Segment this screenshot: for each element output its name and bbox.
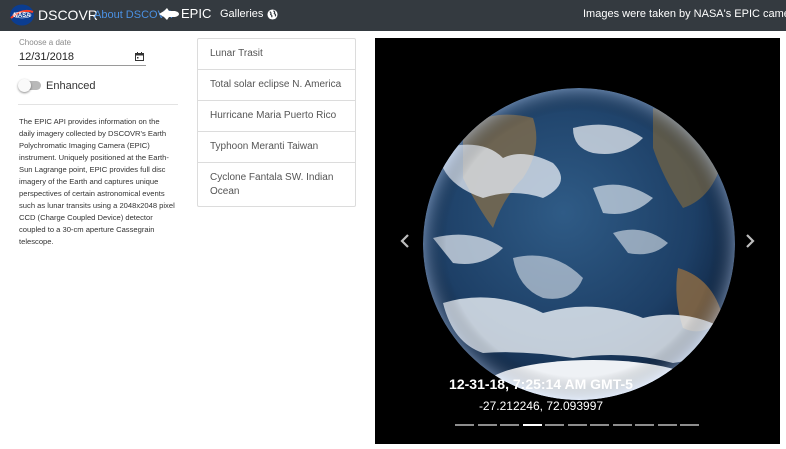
gallery-item-lunar-transit[interactable]: Lunar Trasit [198, 39, 355, 70]
carousel-indicator[interactable] [635, 424, 654, 426]
chevron-right-icon[interactable] [745, 234, 755, 248]
gallery-item-solar-eclipse[interactable]: Total solar eclipse N. America [198, 70, 355, 101]
carousel-indicator[interactable] [477, 424, 497, 426]
nav-epic-label: EPIC [181, 6, 212, 21]
carousel-indicator[interactable] [612, 424, 632, 426]
brand-title[interactable]: DSCOVR [38, 7, 98, 23]
nav-galleries-link[interactable]: Galleries [220, 8, 278, 20]
epic-description: The EPIC API provides information on the… [19, 117, 175, 246]
carousel-caption-coords: -27.212246, 72.093997 [478, 399, 604, 413]
carousel-indicator[interactable] [680, 424, 699, 426]
carousel-indicator[interactable] [590, 424, 609, 426]
nav-galleries-label: Galleries [220, 8, 264, 20]
carousel-indicators [455, 424, 703, 426]
carousel-indicator[interactable] [567, 424, 587, 426]
gallery-list: Lunar Trasit Total solar eclipse N. Amer… [197, 38, 356, 207]
toggle-knob [18, 79, 31, 92]
calendar-icon[interactable] [135, 52, 144, 61]
carousel-indicator[interactable] [455, 424, 474, 426]
date-picker-input[interactable]: 12/31/2018 [18, 48, 146, 66]
gallery-item-typhoon-meranti[interactable]: Typhoon Meranti Taiwan [198, 132, 355, 163]
carousel-indicator[interactable] [545, 424, 564, 426]
gallery-item-hurricane-maria[interactable]: Hurricane Maria Puerto Rico [198, 101, 355, 132]
gallery-item-label: Hurricane Maria Puerto Rico [210, 110, 337, 121]
top-navbar: NASA DSCOVR About DSCOVR EPIC Galleries … [0, 0, 786, 31]
svg-text:NASA: NASA [13, 13, 31, 19]
date-picker-label: Choose a date [19, 38, 72, 47]
carousel-caption-date: 12-31-18, 7:25:14 AM GMT-5 [449, 376, 633, 392]
globe-icon [267, 8, 278, 20]
gallery-item-label: Total solar eclipse N. America [210, 79, 342, 90]
gallery-item-label: Cyclone Fantala SW. Indian Ocean [210, 171, 334, 197]
gallery-item-label: Lunar Trasit [210, 48, 263, 59]
shuttle-icon [159, 7, 179, 20]
left-divider [18, 104, 178, 105]
image-carousel: 12-31-18, 7:25:14 AM GMT-5 -27.212246, 7… [375, 38, 780, 444]
nav-note: Images were taken by NASA's EPIC camera … [583, 8, 786, 20]
nasa-logo[interactable]: NASA [9, 4, 35, 26]
earth-image [423, 88, 735, 400]
gallery-item-label: Typhoon Meranti Taiwan [210, 141, 319, 152]
gallery-item-cyclone-fantala[interactable]: Cyclone Fantala SW. Indian Ocean [198, 163, 355, 206]
enhanced-toggle-label: Enhanced [46, 80, 96, 92]
date-picker-value[interactable]: 12/31/2018 [18, 51, 135, 63]
carousel-indicator[interactable] [657, 424, 677, 426]
carousel-indicator[interactable] [522, 424, 542, 426]
carousel-indicator[interactable] [500, 424, 519, 426]
chevron-left-icon[interactable] [400, 234, 410, 248]
enhanced-toggle[interactable] [18, 79, 41, 92]
nav-epic-link[interactable]: EPIC [158, 6, 211, 21]
